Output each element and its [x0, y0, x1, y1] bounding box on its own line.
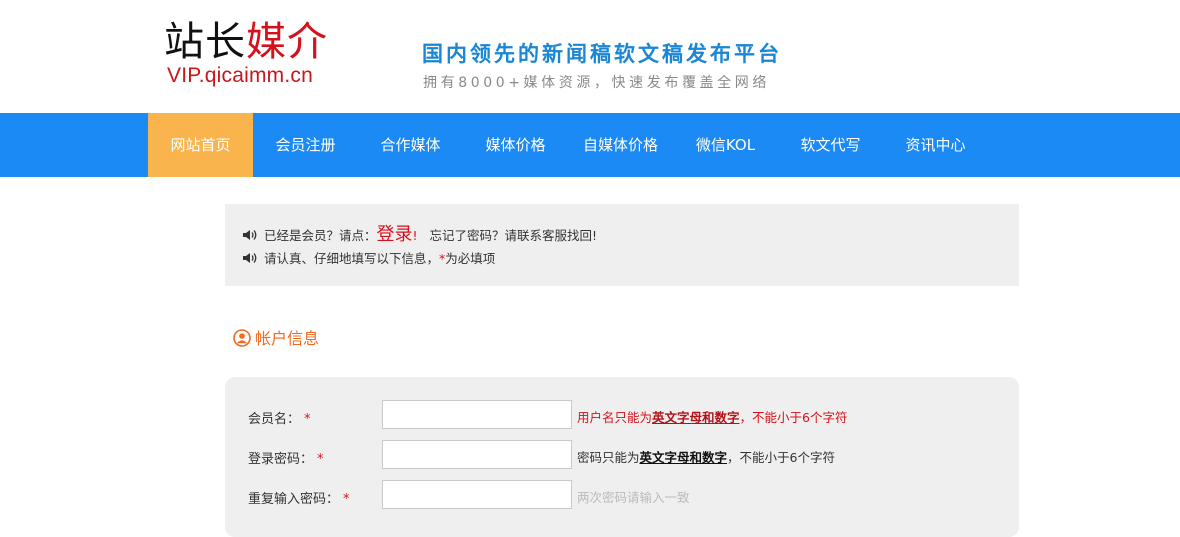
logo-url[interactable]: VIP.qicaimm.cn: [167, 64, 313, 88]
username-hint-bold: 英文字母和数字: [652, 410, 740, 425]
login-link[interactable]: 登录: [377, 224, 413, 245]
password-label-text: 登录密码：: [248, 452, 314, 467]
password-hint-post: ，不能小于6个字符: [727, 450, 835, 465]
nav-item-partner-media[interactable]: 合作媒体: [358, 113, 463, 177]
required-star: *: [317, 452, 324, 467]
notice-login-prefix: 已经是会员？请点：: [264, 228, 377, 243]
nav-item-self-media-price[interactable]: 自媒体价格: [568, 113, 673, 177]
username-input[interactable]: [382, 400, 572, 429]
username-label: 会员名： *: [248, 408, 311, 427]
site-header: 站长媒介 VIP.qicaimm.cn 国内领先的新闻稿软文稿发布平台 拥有80…: [0, 0, 1180, 113]
password-label: 登录密码： *: [248, 448, 324, 467]
username-hint-pre: 用户名只能为: [577, 410, 653, 425]
password-hint-pre: 密码只能为: [577, 450, 640, 465]
required-star: *: [304, 412, 311, 427]
password-hint-bold: 英文字母和数字: [639, 450, 728, 465]
logo-text-red: 媒介: [246, 19, 328, 65]
main-nav: 网站首页 会员注册 合作媒体 媒体价格 自媒体价格 微信KOL 软文代写 资讯中…: [0, 113, 1180, 177]
nav-item-ghostwriting[interactable]: 软文代写: [778, 113, 883, 177]
nav-item-register[interactable]: 会员注册: [253, 113, 358, 177]
notice-box: 已经是会员？请点：登录! 忘记了密码？请联系客服找回! 请认真、仔细地填写以下信…: [225, 204, 1019, 286]
confirm-password-label: 重复输入密码： *: [248, 488, 350, 507]
username-hint: 用户名只能为英文字母和数字，不能小于6个字符: [577, 407, 848, 426]
account-info-heading: 帐户信息: [233, 327, 319, 351]
password-input[interactable]: [382, 440, 572, 469]
password-hint: 密码只能为英文字母和数字，不能小于6个字符: [577, 447, 835, 466]
account-info-title: 帐户信息: [255, 329, 320, 348]
confirm-password-hint: 两次密码请输入一致: [577, 490, 690, 505]
notice-required-suffix: 为必填项: [445, 251, 496, 266]
nav-item-news-center[interactable]: 资讯中心: [883, 113, 988, 177]
confirm-password-label-text: 重复输入密码：: [248, 492, 340, 507]
nav-item-wechat-kol[interactable]: 微信KOL: [673, 113, 778, 177]
site-logo[interactable]: 站长媒介: [164, 18, 328, 66]
speaker-icon: [243, 230, 257, 240]
confirm-password-input[interactable]: [382, 480, 572, 509]
notice-forgot-password: 忘记了密码？请联系客服找回!: [429, 228, 597, 243]
site-sub-slogan: 拥有8000+媒体资源，快速发布覆盖全网络: [423, 75, 770, 91]
logo-text-black: 站长: [164, 19, 246, 65]
notice-line-required: 请认真、仔细地填写以下信息，*为必填项: [242, 250, 495, 268]
nav-item-media-price[interactable]: 媒体价格: [463, 113, 568, 177]
username-hint-post: ，不能小于6个字符: [739, 410, 848, 425]
speaker-icon: [243, 253, 257, 263]
required-star: *: [343, 492, 350, 507]
account-form: 会员名： * 用户名只能为英文字母和数字，不能小于6个字符 登录密码： * 密码只能…: [225, 377, 1019, 537]
user-circle-icon: [233, 329, 251, 347]
site-slogan: 国内领先的新闻稿软文稿发布平台: [422, 42, 782, 66]
notice-line-login: 已经是会员？请点：登录! 忘记了密码？请联系客服找回!: [242, 223, 597, 248]
notice-required-prefix: 请认真、仔细地填写以下信息，: [264, 251, 440, 266]
username-label-text: 会员名：: [248, 412, 301, 427]
notice-login-bang: !: [412, 228, 418, 243]
nav-item-home[interactable]: 网站首页: [148, 113, 253, 177]
